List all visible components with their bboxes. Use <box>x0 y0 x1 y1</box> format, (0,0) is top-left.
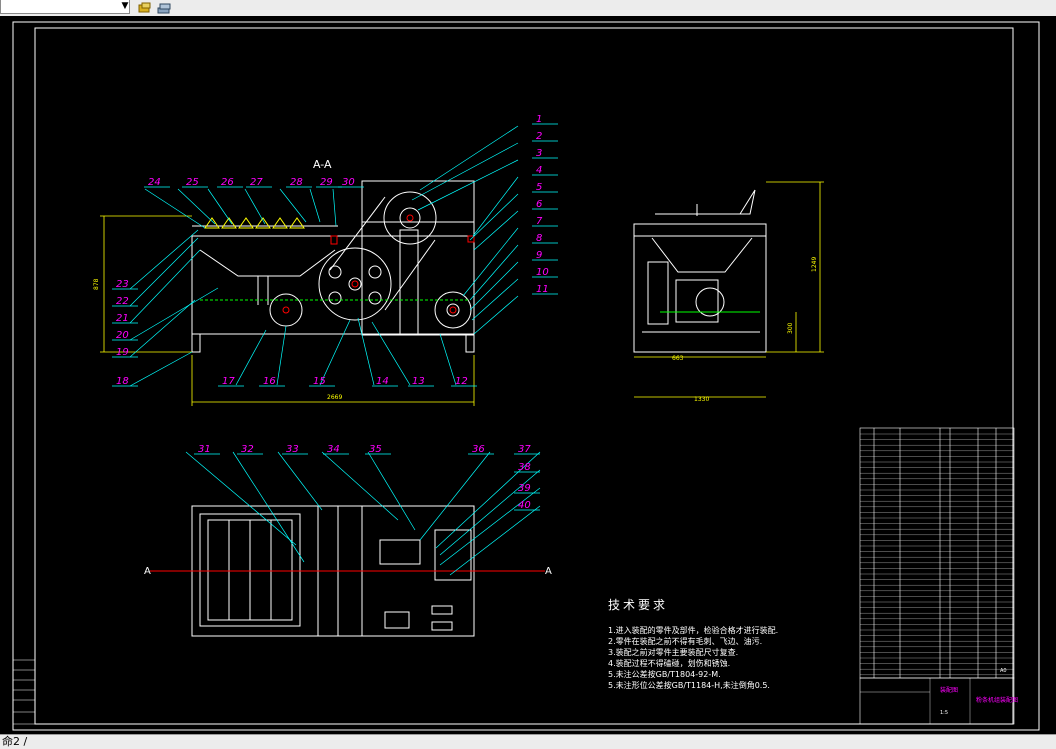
callout-30: 30 <box>342 177 355 188</box>
parts-list-rows <box>860 433 1014 675</box>
chevron-down-icon[interactable]: ▼ <box>120 0 130 13</box>
top-view <box>150 505 545 637</box>
drawing-canvas[interactable]: A-A 2669 878 24 25 26 27 28 29 30 1 2 3 … <box>0 16 1056 734</box>
dim-side-width: 1330 <box>694 396 709 403</box>
callout-13: 13 <box>412 376 425 387</box>
requirement-line: 4.装配过程不得磕碰，划伤和锈蚀. <box>608 659 731 668</box>
callout-8: 8 <box>536 233 542 244</box>
callout-36: 36 <box>472 444 485 455</box>
dim-side-subheight: 300 <box>787 322 794 334</box>
callout-11: 11 <box>536 284 549 295</box>
requirement-line: 1.进入装配的零件及部件，检验合格才进行装配. <box>608 626 779 635</box>
technical-requirements-title: 技术要求 <box>608 598 669 612</box>
callout-2: 2 <box>536 131 542 142</box>
callout-28: 28 <box>290 177 303 188</box>
callout-19: 19 <box>116 347 129 358</box>
section-marker-right: A <box>545 566 552 577</box>
callout-35: 35 <box>369 444 382 455</box>
title-drawing-name: 粉条机组装配图 <box>976 696 1018 704</box>
sheet-border <box>12 21 1040 731</box>
layer-combo[interactable] <box>0 0 130 14</box>
callout-4: 4 <box>536 165 542 176</box>
layers-icon[interactable] <box>157 0 171 14</box>
callout-25: 25 <box>186 177 199 188</box>
callout-22: 22 <box>116 296 129 307</box>
requirement-line: 3.装配之前对零件主要装配尺寸复查. <box>608 648 739 657</box>
callout-39: 39 <box>518 483 531 494</box>
dim-front-width: 2669 <box>327 394 342 401</box>
callout-21: 21 <box>116 313 129 324</box>
cad-drawing: A-A 2669 878 24 25 26 27 28 29 301234567… <box>12 21 1040 731</box>
callout-12: 12 <box>455 376 468 387</box>
layer-state-icon[interactable] <box>138 0 152 13</box>
command-line-text: 命2 / <box>2 735 28 748</box>
callout-32: 32 <box>241 444 254 455</box>
top-callout-labels: 31 32 33 34 35 36 37 38 39 40 <box>194 444 540 511</box>
callout-37: 37 <box>518 444 531 455</box>
callout-9: 9 <box>536 250 542 261</box>
title-sheet: A0 <box>1000 668 1007 674</box>
revision-box <box>12 659 36 725</box>
section-marker-left: A <box>144 566 151 577</box>
callout-15: 15 <box>313 376 326 387</box>
section-label: A-A <box>313 158 332 171</box>
title-scale: 1:5 <box>940 710 948 716</box>
callout-3: 3 <box>536 148 542 159</box>
callout-29: 29 <box>320 177 333 188</box>
callout-27: 27 <box>250 177 263 188</box>
side-view <box>633 189 767 353</box>
requirement-line: 2.零件在装配之前不得有毛刺、飞边、油污. <box>608 637 763 646</box>
toolbar: ▼ <box>0 0 1056 17</box>
callout-18: 18 <box>116 376 129 387</box>
callout-24: 24 <box>148 177 161 188</box>
callout-5: 5 <box>536 182 542 193</box>
callout-23: 23 <box>116 279 129 290</box>
callout-6: 6 <box>536 199 542 210</box>
dim-side-subwidth: 663 <box>672 355 684 362</box>
inner-border <box>34 27 1014 725</box>
callout-40: 40 <box>518 500 531 511</box>
callout-31: 31 <box>198 444 211 455</box>
callout-14: 14 <box>376 376 389 387</box>
callout-10: 10 <box>536 267 549 278</box>
callout-1: 1 <box>536 114 542 125</box>
dim-side-height: 1249 <box>811 257 818 272</box>
callout-33: 33 <box>286 444 299 455</box>
callout-16: 16 <box>263 376 276 387</box>
requirement-line: 5.未注公差按GB/T1804-92-M. <box>608 670 721 679</box>
callout-7: 7 <box>536 216 543 227</box>
callout-34: 34 <box>327 444 340 455</box>
command-line[interactable]: 命2 / <box>0 734 1056 749</box>
title-company: 装配图 <box>940 686 958 694</box>
requirement-line: 5.未注形位公差按GB/T1184-H,未注倒角0.5. <box>608 681 770 690</box>
callout-20: 20 <box>116 330 129 341</box>
dim-front-height: 878 <box>93 278 100 290</box>
callout-26: 26 <box>221 177 234 188</box>
parts-list <box>859 427 1015 679</box>
callout-38: 38 <box>518 462 531 473</box>
callout-17: 17 <box>222 376 235 387</box>
